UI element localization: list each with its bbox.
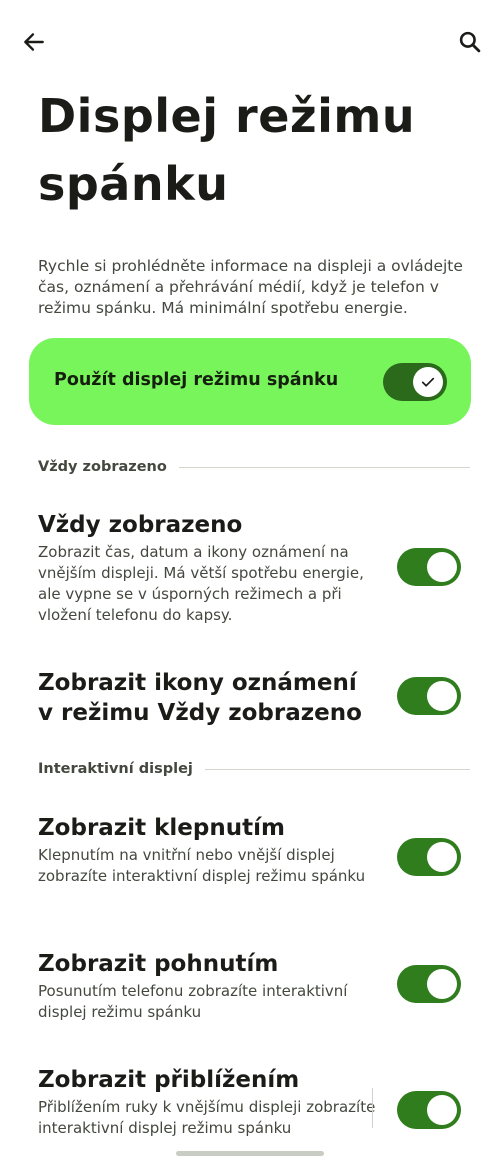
section-title: Interaktivní displej [38,761,193,777]
search-icon [459,31,481,53]
search-button[interactable] [448,20,492,64]
tap-switch[interactable] [397,838,461,876]
top-app-bar [0,0,500,86]
section-header-always-on: Vždy zobrazeno [38,457,470,477]
switch-knob [427,681,457,711]
setting-show-on-proximity[interactable]: Zobrazit přiblížením Přiblížením ruky k … [0,1063,500,1163]
back-button[interactable] [12,20,56,64]
setting-title: Zobrazit ikony oznámení v režimu Vždy zo… [38,670,362,726]
setting-description: Klepnutím na vnitřní nebo vnější displej… [38,846,366,885]
section-title: Vždy zobrazeno [38,459,167,475]
switch-knob [413,367,443,397]
section-divider [204,768,470,770]
setting-description: Posunutím telefonu zobrazíte interaktivn… [38,982,348,1021]
motion-switch[interactable] [397,965,461,1003]
setting-always-on[interactable]: Vždy zobrazeno Zobrazit čas, datum a iko… [0,508,500,633]
always-on-switch[interactable] [397,548,461,586]
switch-knob [427,969,457,999]
setting-show-notification-icons[interactable]: Zobrazit ikony oznámení v režimu Vždy zo… [0,666,500,736]
switch-knob [427,1095,457,1125]
setting-title: Vždy zobrazeno [38,512,243,538]
setting-description: Zobrazit čas, datum a ikony oznámení na … [38,543,364,624]
setting-title: Zobrazit přiblížením [38,1067,300,1093]
section-divider [178,466,470,468]
main-toggle-card[interactable]: Použít displej režimu spánku [29,338,471,425]
switch-knob [427,552,457,582]
setting-vertical-divider [372,1088,373,1128]
arrow-left-icon [24,33,44,51]
main-toggle-switch[interactable] [383,363,447,401]
page-description: Rychle si prohlédněte informace na displ… [38,257,463,317]
setting-description: Přiblížením ruky k vnějšímu displeji zob… [38,1098,376,1137]
section-header-interactive: Interaktivní displej [38,759,470,779]
page-title: Displej režimu spánku [38,89,416,211]
main-toggle-label: Použít displej režimu spánku [54,370,339,390]
notification-icons-switch[interactable] [397,677,461,715]
setting-title: Zobrazit klepnutím [38,815,285,841]
setting-show-on-motion[interactable]: Zobrazit pohnutím Posunutím telefonu zob… [0,947,500,1027]
switch-knob [427,842,457,872]
setting-title: Zobrazit pohnutím [38,951,279,977]
proximity-switch[interactable] [397,1091,461,1129]
check-icon [421,377,435,387]
setting-show-on-tap[interactable]: Zobrazit klepnutím Klepnutím na vnitřní … [0,811,500,911]
gesture-navigation-bar[interactable] [176,1151,324,1156]
